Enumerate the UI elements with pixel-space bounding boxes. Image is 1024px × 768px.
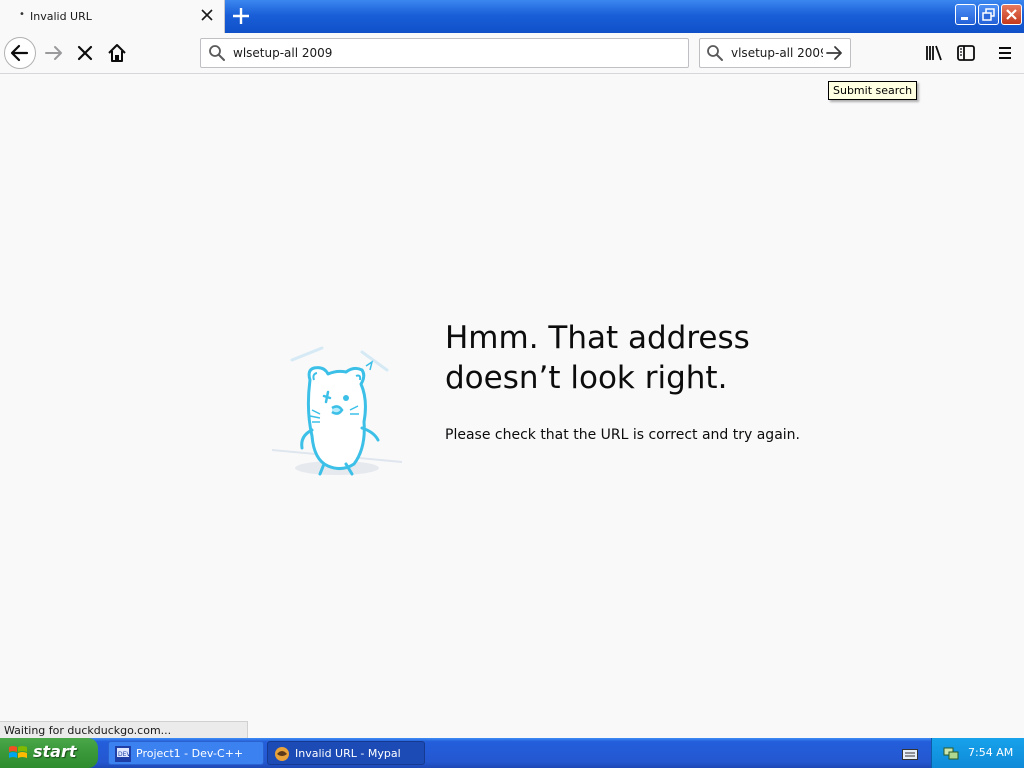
taskbar-item-label: Project1 - Dev-C++ (136, 747, 244, 760)
svg-text:DEV: DEV (118, 751, 131, 758)
stop-icon[interactable] (69, 37, 101, 69)
search-icon (208, 44, 226, 62)
confused-hamster-illustration (262, 340, 412, 485)
search-bar[interactable]: vlsetup-all 2009 (699, 38, 851, 68)
navigation-toolbar: wlsetup-all 2009 vlsetup-all 2009 (0, 33, 1024, 74)
mypal-icon (274, 746, 290, 762)
hamburger-menu-icon[interactable] (989, 37, 1021, 69)
windows-logo-icon (8, 744, 28, 762)
tab-title: Invalid URL (30, 10, 92, 23)
close-icon[interactable] (198, 6, 216, 24)
search-input[interactable]: vlsetup-all 2009 (731, 46, 828, 60)
network-icon[interactable] (943, 745, 959, 761)
submit-search-tooltip: Submit search (828, 81, 918, 100)
url-bar[interactable]: wlsetup-all 2009 (200, 38, 689, 68)
taskbar-item-label: Invalid URL - Mypal (295, 747, 401, 760)
search-icon (706, 44, 724, 62)
error-description: Please check that the URL is correct and… (445, 427, 800, 443)
taskbar-item-devcpp[interactable]: DEV Project1 - Dev-C++ (108, 741, 264, 765)
restore-icon[interactable] (978, 4, 999, 25)
tab-loading-indicator: • (19, 9, 25, 20)
start-label: start (33, 742, 77, 761)
clock: 7:54 AM (968, 746, 1014, 759)
taskbar: start DEV Project1 - Dev-C++ Invalid URL… (0, 738, 1024, 768)
error-title: Hmm. That address doesn’t look right. (445, 320, 750, 396)
start-button[interactable]: start (0, 738, 98, 768)
home-icon[interactable] (101, 37, 133, 69)
sidebar-icon[interactable] (950, 37, 982, 69)
devcpp-icon: DEV (115, 746, 131, 762)
url-input[interactable]: wlsetup-all 2009 (233, 46, 332, 60)
library-icon[interactable] (918, 37, 950, 69)
go-arrow-icon[interactable] (823, 43, 845, 63)
status-bar: Waiting for duckduckgo.com... (0, 721, 248, 738)
minimize-icon[interactable] (955, 4, 976, 25)
keyboard-icon[interactable] (902, 746, 918, 760)
tab-invalid-url[interactable]: • Invalid URL (0, 0, 225, 33)
back-arrow-icon[interactable] (4, 37, 36, 69)
taskbar-item-mypal[interactable]: Invalid URL - Mypal (267, 741, 425, 765)
forward-arrow-icon[interactable] (38, 37, 70, 69)
window-close-icon[interactable] (1001, 4, 1022, 25)
plus-icon[interactable] (230, 5, 252, 27)
system-tray: 7:54 AM (931, 738, 1024, 768)
title-bar: • Invalid URL (0, 0, 1024, 33)
